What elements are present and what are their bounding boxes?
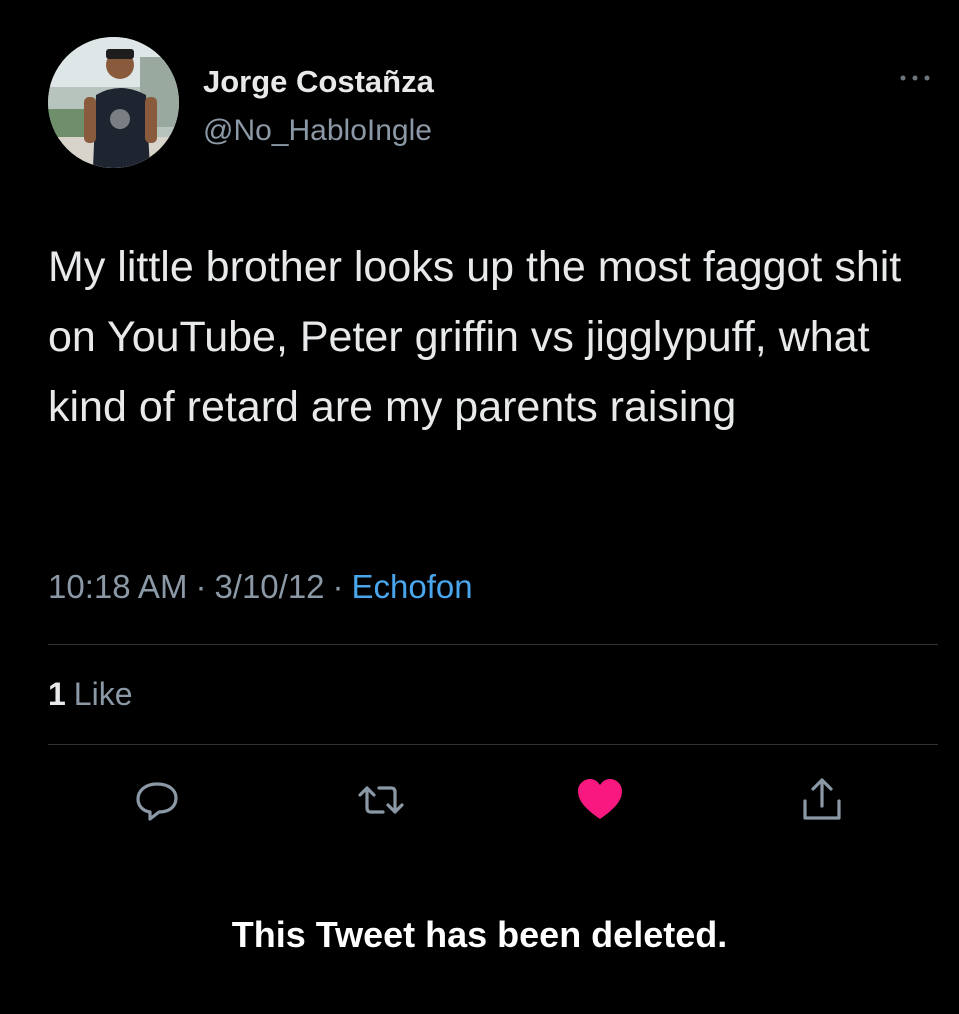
meta-separator: · — [195, 568, 207, 605]
tweet-time[interactable]: 10:18 AM — [48, 568, 187, 605]
retweet-icon — [358, 786, 404, 814]
like-label: Like — [73, 676, 133, 712]
share-button[interactable] — [796, 774, 848, 826]
more-options-icon[interactable] — [898, 68, 932, 88]
deleted-notice: This Tweet has been deleted. — [231, 914, 728, 955]
likes-stat[interactable]: 1 Like — [48, 676, 133, 713]
user-handle[interactable]: @No_HabloIngle — [203, 114, 432, 148]
like-count: 1 — [48, 676, 66, 712]
retweet-button[interactable] — [355, 774, 407, 826]
tweet-source-link[interactable]: Echofon — [352, 568, 473, 605]
tweet-screenshot: Jorge Costañza @No_HabloIngle My little … — [0, 0, 959, 1014]
divider — [48, 644, 938, 645]
avatar[interactable] — [48, 37, 179, 168]
share-icon — [803, 778, 841, 820]
divider — [48, 744, 938, 745]
display-name[interactable]: Jorge Costañza — [203, 64, 434, 100]
tweet-date[interactable]: 3/10/12 — [214, 568, 324, 605]
tweet-meta: 10:18 AM · 3/10/12 · Echofon — [48, 568, 473, 606]
heart-icon — [578, 779, 622, 819]
tweet-text: My little brother looks up the most fagg… — [48, 243, 902, 431]
meta-separator: · — [332, 568, 344, 605]
reply-button[interactable] — [131, 774, 183, 826]
avatar-photo — [48, 37, 179, 168]
reply-icon — [136, 782, 178, 821]
like-button[interactable] — [574, 774, 626, 826]
